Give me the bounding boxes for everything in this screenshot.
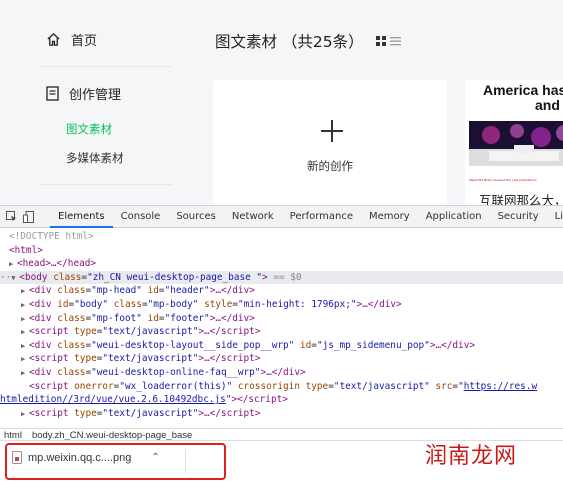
dom-node[interactable]: ▶ <head>…</head> <box>0 257 563 271</box>
dom-node[interactable]: ▶ <div class="mp-foot" id="footer">…</div… <box>0 312 563 326</box>
devtools-panel: Elements Console Sources Network Perform… <box>0 205 563 441</box>
sidebar-home-label: 首页 <box>71 34 98 49</box>
expand-triangle-icon[interactable]: ▶ <box>21 340 29 354</box>
sidebar-divider <box>40 184 172 185</box>
dom-node[interactable]: <script onerror="wx_loaderror(this)" cro… <box>0 380 563 394</box>
tab-performance[interactable]: Performance <box>282 206 361 228</box>
article-title: 互联网那么大， <box>479 193 563 205</box>
breadcrumb-item-body[interactable]: body.zh_CN.weui-desktop-page_base <box>32 430 192 441</box>
expand-triangle-icon[interactable]: ▶ <box>21 367 29 381</box>
list-view-icon[interactable] <box>389 36 401 46</box>
page-title: 图文素材 （共25条） <box>215 30 401 52</box>
tab-memory[interactable]: Memory <box>361 206 418 228</box>
thumbnail-headline-2: and <box>535 97 560 113</box>
thumbnail-caption: ANALYSIS Biden showed the vast potential… <box>469 166 563 182</box>
sidebar-divider <box>40 66 172 67</box>
expand-triangle-icon[interactable]: ▶ <box>21 408 29 422</box>
tab-elements[interactable]: Elements <box>50 206 113 228</box>
article-thumbnail-image <box>469 121 563 166</box>
expand-triangle-icon[interactable]: ▶ <box>21 313 29 327</box>
sidebar-item-media[interactable]: 多媒体素材 <box>66 150 124 166</box>
expand-triangle-icon[interactable]: ▶ <box>9 258 17 272</box>
tab-sources[interactable]: Sources <box>168 206 224 228</box>
dom-node-selected[interactable]: ··▼ <body class="zh_CN weui-desktop-page_… <box>0 270 563 285</box>
dom-tree: <!DOCTYPE html> <html> ▶ <head>…</head> ·… <box>0 230 563 420</box>
dom-node[interactable]: ▶ <script type="text/javascript">…</scrip… <box>0 352 563 366</box>
sidebar: 首页 创作管理 图文素材 多媒体素材 <box>0 0 190 205</box>
watermark: 润南龙网 <box>425 444 518 469</box>
dom-node[interactable]: <html> <box>0 244 563 258</box>
tab-application[interactable]: Application <box>418 206 490 228</box>
document-icon <box>46 86 59 101</box>
sidebar-item-image-text[interactable]: 图文素材 <box>66 121 112 137</box>
expand-triangle-icon[interactable]: ▶ <box>21 285 29 299</box>
devtools-tabbar: Elements Console Sources Network Perform… <box>0 206 563 228</box>
device-toolbar-icon[interactable] <box>23 210 34 224</box>
thumbnail-headline: America has <box>483 82 563 98</box>
tab-security[interactable]: Security <box>490 206 547 228</box>
page-title-text: 图文素材 （共25条） <box>215 33 364 51</box>
dom-node[interactable]: ▶ <script type="text/javascript">…</scrip… <box>0 325 563 339</box>
home-icon <box>47 32 60 46</box>
dom-node[interactable]: ▶ <div id="body" class="mp-body" style="m… <box>0 298 563 312</box>
grid-view-icon[interactable] <box>375 36 386 46</box>
web-page: 首页 创作管理 图文素材 多媒体素材 图文素材 （共25条） 新的创作 Amer… <box>0 0 563 205</box>
plus-icon <box>321 120 343 142</box>
expand-triangle-icon[interactable]: ▶ <box>21 353 29 367</box>
inspect-element-icon[interactable] <box>6 210 17 224</box>
view-toggle[interactable] <box>375 36 401 46</box>
tab-lighthouse[interactable]: Li <box>547 206 563 228</box>
sidebar-group-label: 创作管理 <box>69 88 122 103</box>
new-creation-card[interactable]: 新的创作 <box>213 80 447 205</box>
sidebar-group-creation[interactable]: 创作管理 <box>46 84 121 103</box>
expand-triangle-icon[interactable]: ▶ <box>21 326 29 340</box>
dom-node[interactable]: ▶ <div class="weui-desktop-layout__side_p… <box>0 339 563 353</box>
tab-console[interactable]: Console <box>113 206 169 228</box>
script-src-link[interactable]: htmledition//3rd/vue/vue.2.6.10492dbc.js <box>0 394 226 405</box>
dom-node[interactable]: ▶ <div class="mp-head" id="header">…</div… <box>0 284 563 298</box>
annotation-highlight-box <box>5 443 226 480</box>
script-src-link[interactable]: https://res.w <box>464 381 537 392</box>
article-card[interactable]: America has and ANALYSIS Biden showed th… <box>465 80 563 205</box>
dom-node[interactable]: ▶ <div class="weui-desktop-online-faq__wr… <box>0 366 563 380</box>
dom-node-continuation[interactable]: htmledition//3rd/vue/vue.2.6.10492dbc.js… <box>0 393 563 407</box>
expand-triangle-icon[interactable]: ▶ <box>21 299 29 313</box>
breadcrumb-item-html[interactable]: html <box>4 430 22 441</box>
dom-node[interactable]: <!DOCTYPE html> <box>0 230 563 244</box>
dom-node[interactable]: ▶ <script type="text/javascript">…</scrip… <box>0 407 563 421</box>
new-creation-label: 新的创作 <box>307 159 353 173</box>
sidebar-item-home[interactable]: 首页 <box>46 30 97 49</box>
tab-network[interactable]: Network <box>224 206 282 228</box>
